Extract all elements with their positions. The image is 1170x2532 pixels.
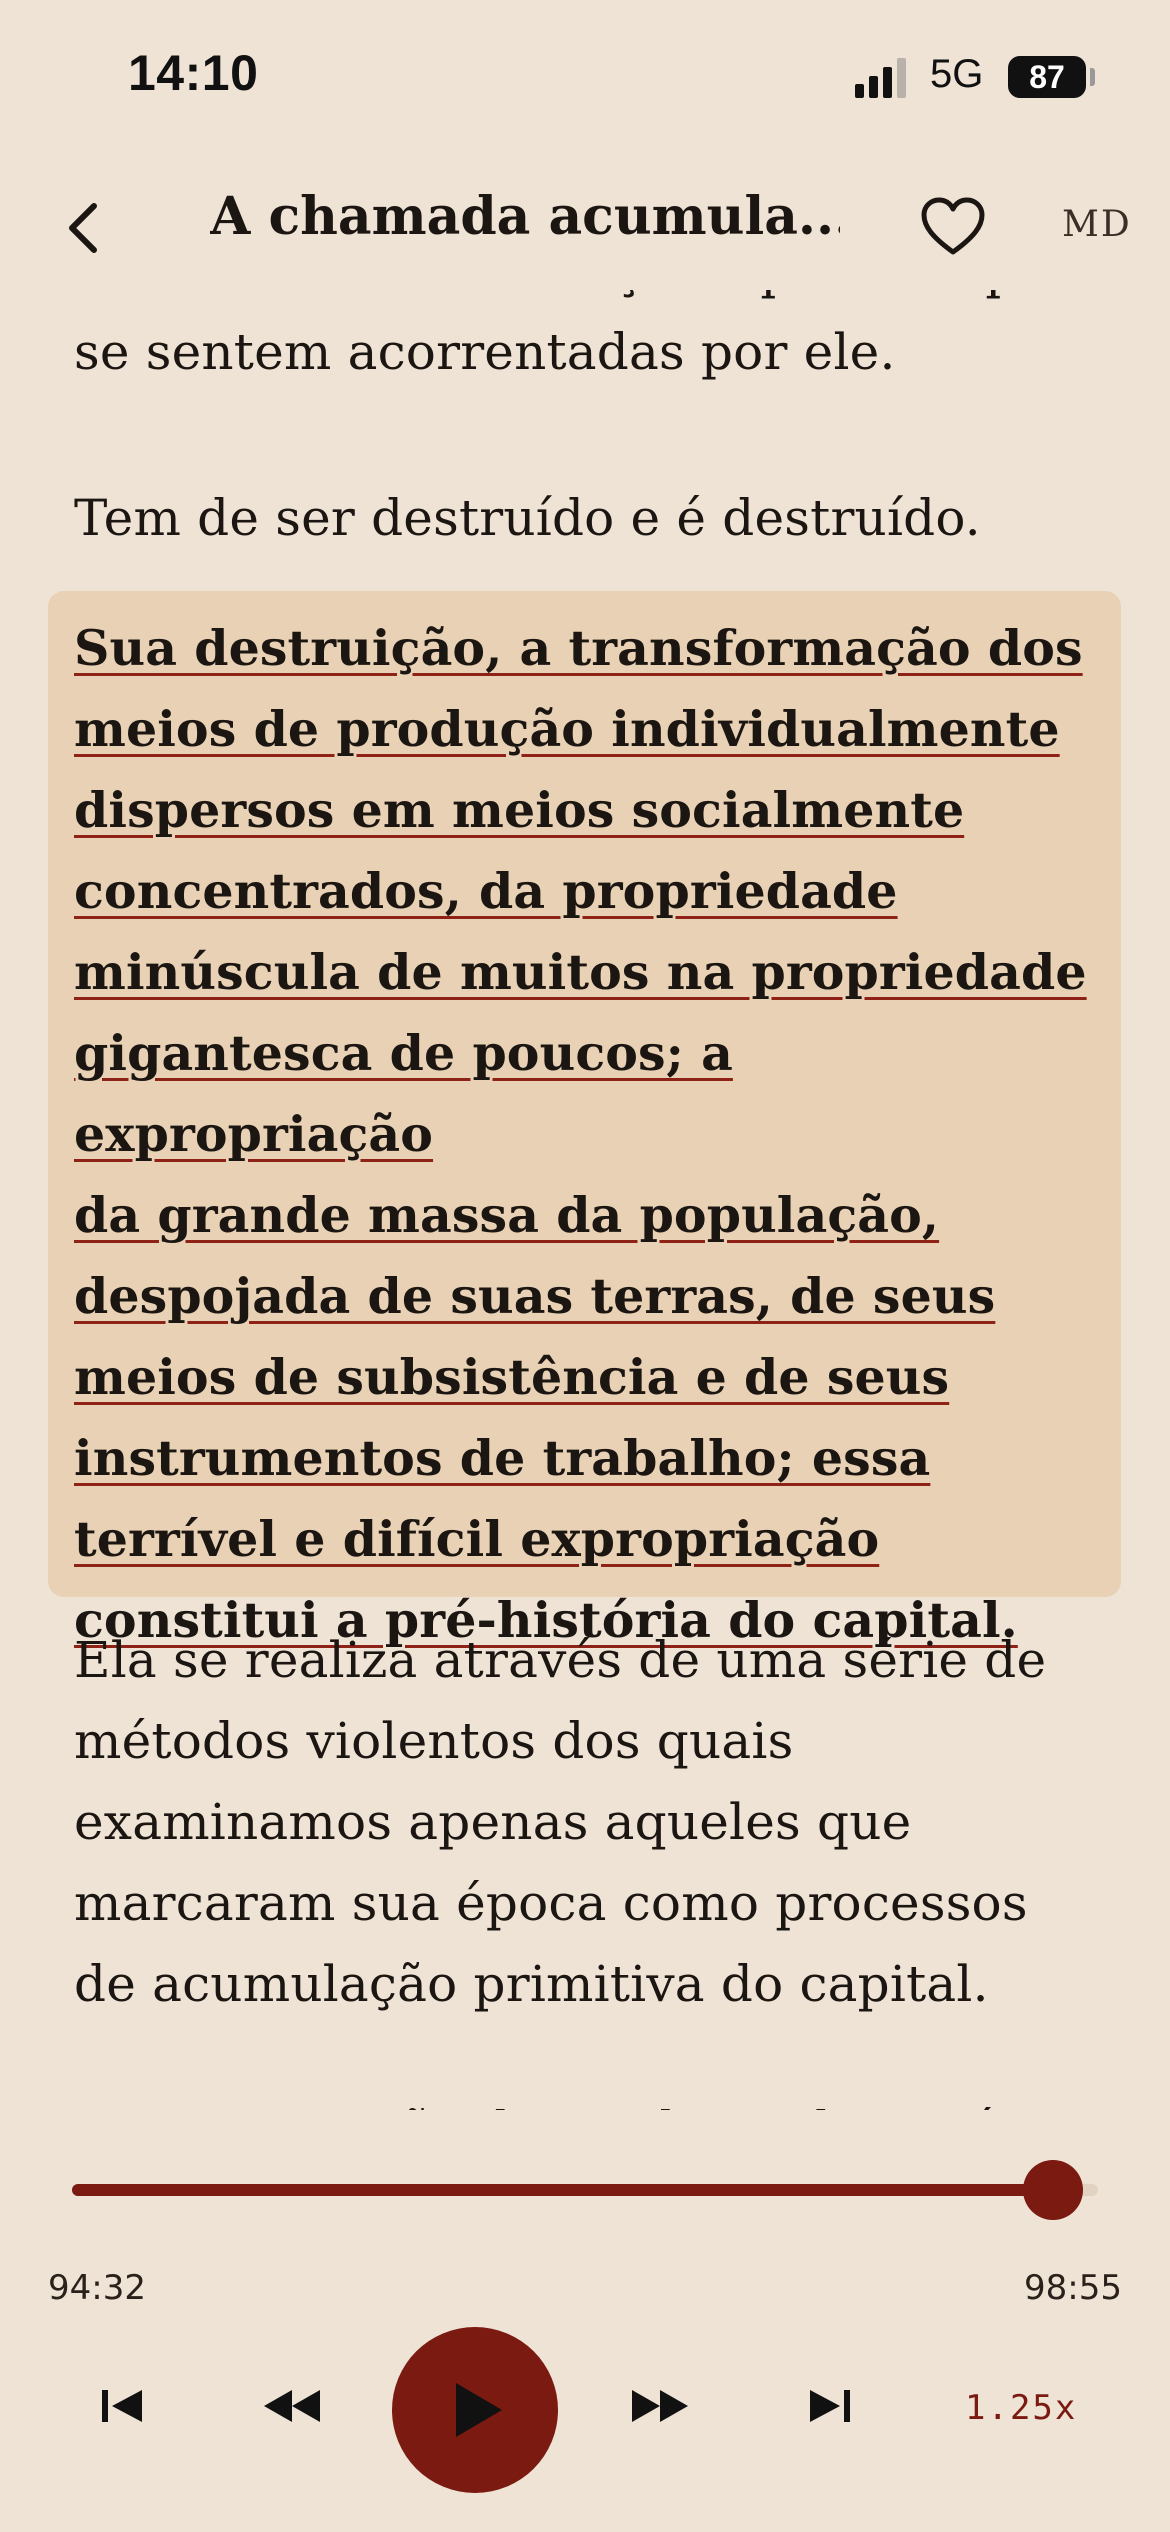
- reader-content: seio da sociedade forças e paixões que s…: [0, 290, 1170, 2120]
- highlight-line: concentrados, da propriedade: [74, 862, 898, 920]
- highlighted-paragraph[interactable]: Sua destruição, a transformação dos meio…: [74, 608, 1104, 1661]
- signal-strength-icon: [855, 58, 906, 98]
- status-time: 14:10: [128, 45, 259, 101]
- highlight-line: instrumentos de trabalho; essa: [74, 1429, 931, 1487]
- play-button[interactable]: [392, 2327, 558, 2493]
- progress-knob[interactable]: [1022, 2160, 1083, 2220]
- battery-tip: [1090, 68, 1095, 86]
- play-icon: [456, 2383, 502, 2437]
- highlight-line: despojada de suas terras, de seus: [74, 1267, 996, 1325]
- playback-speed-button[interactable]: 1.25x: [965, 2388, 1077, 2428]
- favorite-button[interactable]: [918, 192, 988, 262]
- heart-icon: [921, 197, 985, 255]
- network-type: 5G: [930, 52, 984, 96]
- battery-icon: 87: [1008, 56, 1086, 98]
- skip-previous-button[interactable]: [82, 2366, 162, 2446]
- rewind-icon: [264, 2390, 320, 2422]
- back-button[interactable]: [52, 192, 122, 262]
- skip-next-icon: [810, 2390, 850, 2422]
- highlight-line: gigantesca de poucos; a expropriação: [74, 1024, 733, 1163]
- skip-next-button[interactable]: [790, 2366, 870, 2446]
- fast-forward-icon: [632, 2390, 688, 2422]
- paragraph: seio da sociedade forças e paixões que s…: [74, 290, 1063, 381]
- format-toggle-button[interactable]: MD: [1062, 204, 1132, 245]
- highlight-line: dispersos em meios socialmente: [74, 781, 965, 839]
- reader-header: A chamada acumula... MD: [0, 170, 1170, 290]
- highlight-line: da grande massa da população,: [74, 1186, 940, 1244]
- skip-previous-icon: [102, 2390, 142, 2422]
- highlight-line: Sua destruição, a transformação dos: [74, 619, 1083, 677]
- elapsed-time: 94:32: [48, 2268, 146, 2308]
- total-time: 98:55: [1024, 2268, 1122, 2308]
- audio-player: 94:32 98:55 1.25x: [0, 2110, 1170, 2532]
- fast-forward-button[interactable]: [620, 2366, 700, 2446]
- highlight-line: terrível e difícil expropriação: [74, 1510, 880, 1568]
- battery-level: 87: [1029, 59, 1065, 95]
- chevron-left-icon: [69, 203, 97, 253]
- page-title: A chamada acumula...: [210, 186, 840, 247]
- paragraph: Tem de ser destruído e é destruído.: [74, 489, 981, 547]
- progress-slider[interactable]: [72, 2160, 1098, 2220]
- rewind-button[interactable]: [252, 2366, 332, 2446]
- highlight-line: meios de produção individualmente: [74, 700, 1060, 758]
- paragraph: Ela se realiza através de uma série de m…: [74, 1631, 1047, 2013]
- status-bar: 14:10 5G 87: [0, 0, 1170, 150]
- progress-fill: [72, 2184, 1053, 2196]
- highlight-line: minúscula de muitos na propriedade: [74, 943, 1087, 1001]
- highlight-line: meios de subsistência e de seus: [74, 1348, 950, 1406]
